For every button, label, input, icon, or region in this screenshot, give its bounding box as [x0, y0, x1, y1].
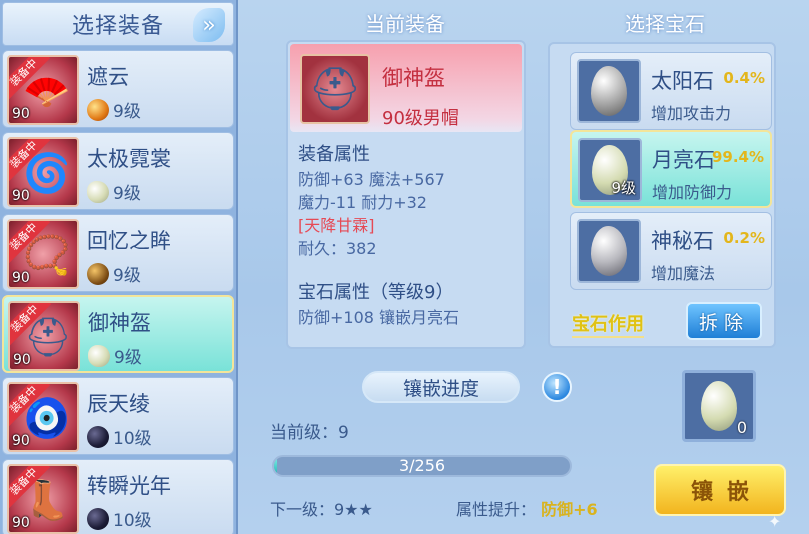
- special-attribute: [天降甘霖]: [298, 216, 375, 235]
- gem-level: 9级: [113, 102, 141, 122]
- attribute-line: 魔力-11 耐力+32: [298, 193, 427, 212]
- mysterystone-icon: [577, 219, 641, 283]
- equipment-list-panel: 选择装备 » 🪭 装备中 90 遮云 9级 🌀 装备中 90 太极霓裳 9级 📿…: [0, 0, 238, 534]
- attribute-boost-label: 属性提升：: [456, 500, 537, 519]
- helmet-icon: ⛑ 装备中 90: [8, 301, 80, 371]
- remove-button[interactable]: 拆除: [686, 302, 762, 340]
- gem-count: 9级: [611, 179, 636, 197]
- next-level: 下一级：9★★: [270, 500, 373, 519]
- necklace-icon: 📿 装备中 90: [7, 219, 79, 289]
- helmet-icon: ⛑: [300, 54, 370, 124]
- equipment-card-header: ⛑ 御神盔 90级男帽: [290, 44, 522, 132]
- boots-icon: 👢 装备中 90: [7, 464, 79, 534]
- gem-icon: [87, 425, 109, 448]
- gem-icon: [87, 180, 109, 203]
- item-level: 90: [13, 352, 31, 368]
- current-equipment-title: 当前装备: [365, 12, 445, 36]
- inlay-button[interactable]: 镶嵌: [654, 464, 786, 516]
- gem-option-moonstone[interactable]: 9级 月亮石 99.4% 增加防御力: [570, 130, 772, 208]
- belt-icon: 🧿 装备中 90: [7, 382, 79, 452]
- gem-effect: 增加攻击力: [651, 104, 732, 123]
- inlay-progress-text: 3/256: [398, 456, 446, 475]
- gem-name: 月亮石: [652, 148, 715, 172]
- durability: 耐久：382: [298, 239, 377, 258]
- gem-option-sunstone[interactable]: 太阳石 0.4% 增加攻击力: [570, 52, 772, 130]
- attribute-line: 防御+63 魔法+567: [298, 170, 445, 189]
- equipment-name: 御神盔: [88, 311, 151, 335]
- gem-effect-link[interactable]: 宝石作用: [572, 310, 644, 338]
- sunstone-icon: [577, 59, 641, 123]
- gem-effect: 增加防御力: [652, 183, 733, 202]
- sparkle-decoration-icon: ✦: [768, 512, 782, 531]
- equipment-name: 回忆之眸: [87, 229, 171, 253]
- equipment-item-huiyi[interactable]: 📿 装备中 90 回忆之眸 9级: [2, 214, 234, 292]
- gem-percentage: 99.4%: [711, 148, 764, 166]
- attribute-boost: 属性提升： 防御+6: [456, 496, 598, 520]
- equipment-name: 转瞬光年: [87, 474, 171, 498]
- current-level: 当前级：9: [270, 423, 349, 443]
- robe-icon: 🌀 装备中 90: [7, 137, 79, 207]
- current-equipment-card: ⛑ 御神盔 90级男帽 装备属性 防御+63 魔法+567 魔力-11 耐力+3…: [286, 40, 526, 349]
- selected-gem-slot[interactable]: 0: [682, 370, 756, 442]
- equipment-name: 太极霓裳: [87, 147, 171, 171]
- equipment-name: 遮云: [87, 65, 129, 89]
- gem-effect: 增加魔法: [651, 264, 716, 283]
- gem-level: 9级: [113, 266, 141, 286]
- gem-icon: [87, 262, 109, 285]
- equipment-item-zhuanshun[interactable]: 👢 装备中 90 转瞬光年 10级: [2, 459, 234, 534]
- current-equipment-name: 御神盔: [382, 66, 445, 90]
- selected-gem-count: 0: [736, 418, 747, 437]
- gem-option-mysterystone[interactable]: 神秘石 0.2% 增加魔法: [570, 212, 772, 290]
- select-gem-title: 选择宝石: [625, 12, 705, 36]
- equipment-item-yushenkui[interactable]: ⛑ 装备中 90 御神盔 9级: [2, 295, 234, 373]
- equipment-item-chentian[interactable]: 🧿 装备中 90 辰天绫 10级: [2, 377, 234, 455]
- equipment-item-taiji[interactable]: 🌀 装备中 90 太极霓裳 9级: [2, 132, 234, 210]
- moonstone-icon: 9级: [578, 138, 642, 202]
- item-level: 90: [12, 106, 30, 122]
- item-level: 90: [12, 433, 30, 449]
- equipment-item-zheyun[interactable]: 🪭 装备中 90 遮云 9级: [2, 50, 234, 128]
- gem-icon: [87, 98, 109, 121]
- equipment-name: 辰天绫: [87, 392, 150, 416]
- item-level: 90: [12, 270, 30, 286]
- attribute-boost-value: 防御+6: [541, 500, 598, 519]
- gem-attributes-heading: 宝石属性（等级9）: [298, 282, 454, 303]
- gem-icon: [87, 507, 109, 530]
- info-icon[interactable]: !: [542, 372, 572, 402]
- equipment-list-title: 选择装备: [71, 14, 164, 39]
- moonstone-icon: [701, 381, 737, 431]
- gem-level: 10级: [113, 511, 152, 531]
- current-equipment-type: 90级男帽: [382, 108, 459, 129]
- gem-level: 10级: [113, 429, 152, 449]
- gem-icon: [88, 344, 110, 367]
- item-level: 90: [12, 188, 30, 204]
- fan-icon: 🪭 装备中 90: [7, 55, 79, 125]
- equipment-attributes-heading: 装备属性: [298, 144, 370, 165]
- collapse-arrow-icon[interactable]: »: [193, 8, 225, 42]
- equipment-list-header: 选择装备 »: [2, 2, 234, 46]
- gem-attribute-line: 防御+108 镶嵌月亮石: [298, 308, 460, 327]
- inlay-progress-label: 镶嵌进度: [362, 371, 520, 403]
- gem-level: 9级: [113, 184, 141, 204]
- gem-name: 太阳石: [651, 69, 714, 93]
- gem-level: 9级: [114, 348, 142, 368]
- item-level: 90: [12, 515, 30, 531]
- gem-percentage: 0.2%: [723, 229, 765, 247]
- gem-percentage: 0.4%: [723, 69, 765, 87]
- gem-name: 神秘石: [651, 229, 714, 253]
